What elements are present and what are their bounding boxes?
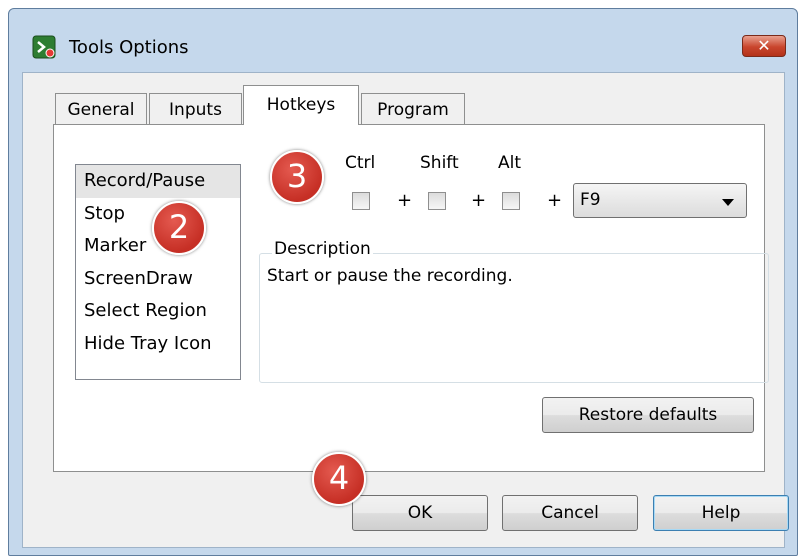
restore-defaults-button[interactable]: Restore defaults (542, 397, 754, 433)
plus-sign: + (547, 190, 563, 211)
help-button[interactable]: Help (653, 495, 789, 531)
plus-sign: + (471, 190, 487, 211)
list-item-screendraw[interactable]: ScreenDraw (76, 263, 240, 296)
ctrl-checkbox[interactable] (352, 192, 370, 210)
ok-button[interactable]: OK (352, 495, 488, 531)
shift-label: Shift (420, 153, 459, 173)
step-badge-2: 2 (152, 201, 206, 255)
hotkey-key-select[interactable]: F9 (573, 183, 747, 218)
tab-hotkeys[interactable]: Hotkeys (243, 85, 359, 125)
tab-program[interactable]: Program (361, 93, 465, 127)
button-label: Help (701, 503, 741, 523)
list-item-hide-tray-icon[interactable]: Hide Tray Icon (76, 328, 240, 361)
button-label: OK (407, 503, 433, 523)
app-icon (32, 35, 56, 59)
ctrl-label: Ctrl (345, 153, 376, 173)
key-select-value: F9 (580, 190, 601, 210)
hotkey-action-list[interactable]: Record/Pause Stop Marker ScreenDraw Sele… (75, 164, 241, 380)
chevron-down-icon (722, 199, 734, 206)
button-label: Cancel (541, 503, 599, 523)
tab-general[interactable]: General (55, 93, 147, 127)
tab-label: Program (377, 100, 449, 120)
hotkeys-panel: Record/Pause Stop Marker ScreenDraw Sele… (53, 124, 769, 472)
tab-label: Inputs (169, 100, 222, 120)
button-label: Restore defaults (578, 405, 718, 425)
description-text: Start or pause the recording. (267, 266, 513, 286)
close-icon: ✕ (757, 36, 771, 55)
step-badge-3: 3 (270, 150, 324, 204)
list-item-select-region[interactable]: Select Region (76, 295, 240, 328)
step-badge-4: 4 (312, 452, 366, 506)
title-bar[interactable]: Tools Options ✕ (9, 9, 797, 73)
description-legend: Description (272, 239, 373, 259)
alt-checkbox[interactable] (502, 192, 520, 210)
tab-label: General (67, 100, 135, 120)
alt-label: Alt (498, 153, 522, 173)
cancel-button[interactable]: Cancel (502, 495, 638, 531)
window-title: Tools Options (69, 37, 189, 58)
dialog-content: General Inputs Hotkeys Program Record/Pa… (22, 72, 789, 548)
tab-label: Hotkeys (266, 95, 336, 115)
tab-inputs[interactable]: Inputs (149, 93, 242, 127)
list-item-record-pause[interactable]: Record/Pause (76, 165, 240, 198)
plus-sign: + (397, 190, 413, 211)
close-button[interactable]: ✕ (742, 35, 786, 57)
shift-checkbox[interactable] (428, 192, 446, 210)
dialog-window: Tools Options ✕ General Inputs Hotkeys P… (8, 8, 798, 556)
